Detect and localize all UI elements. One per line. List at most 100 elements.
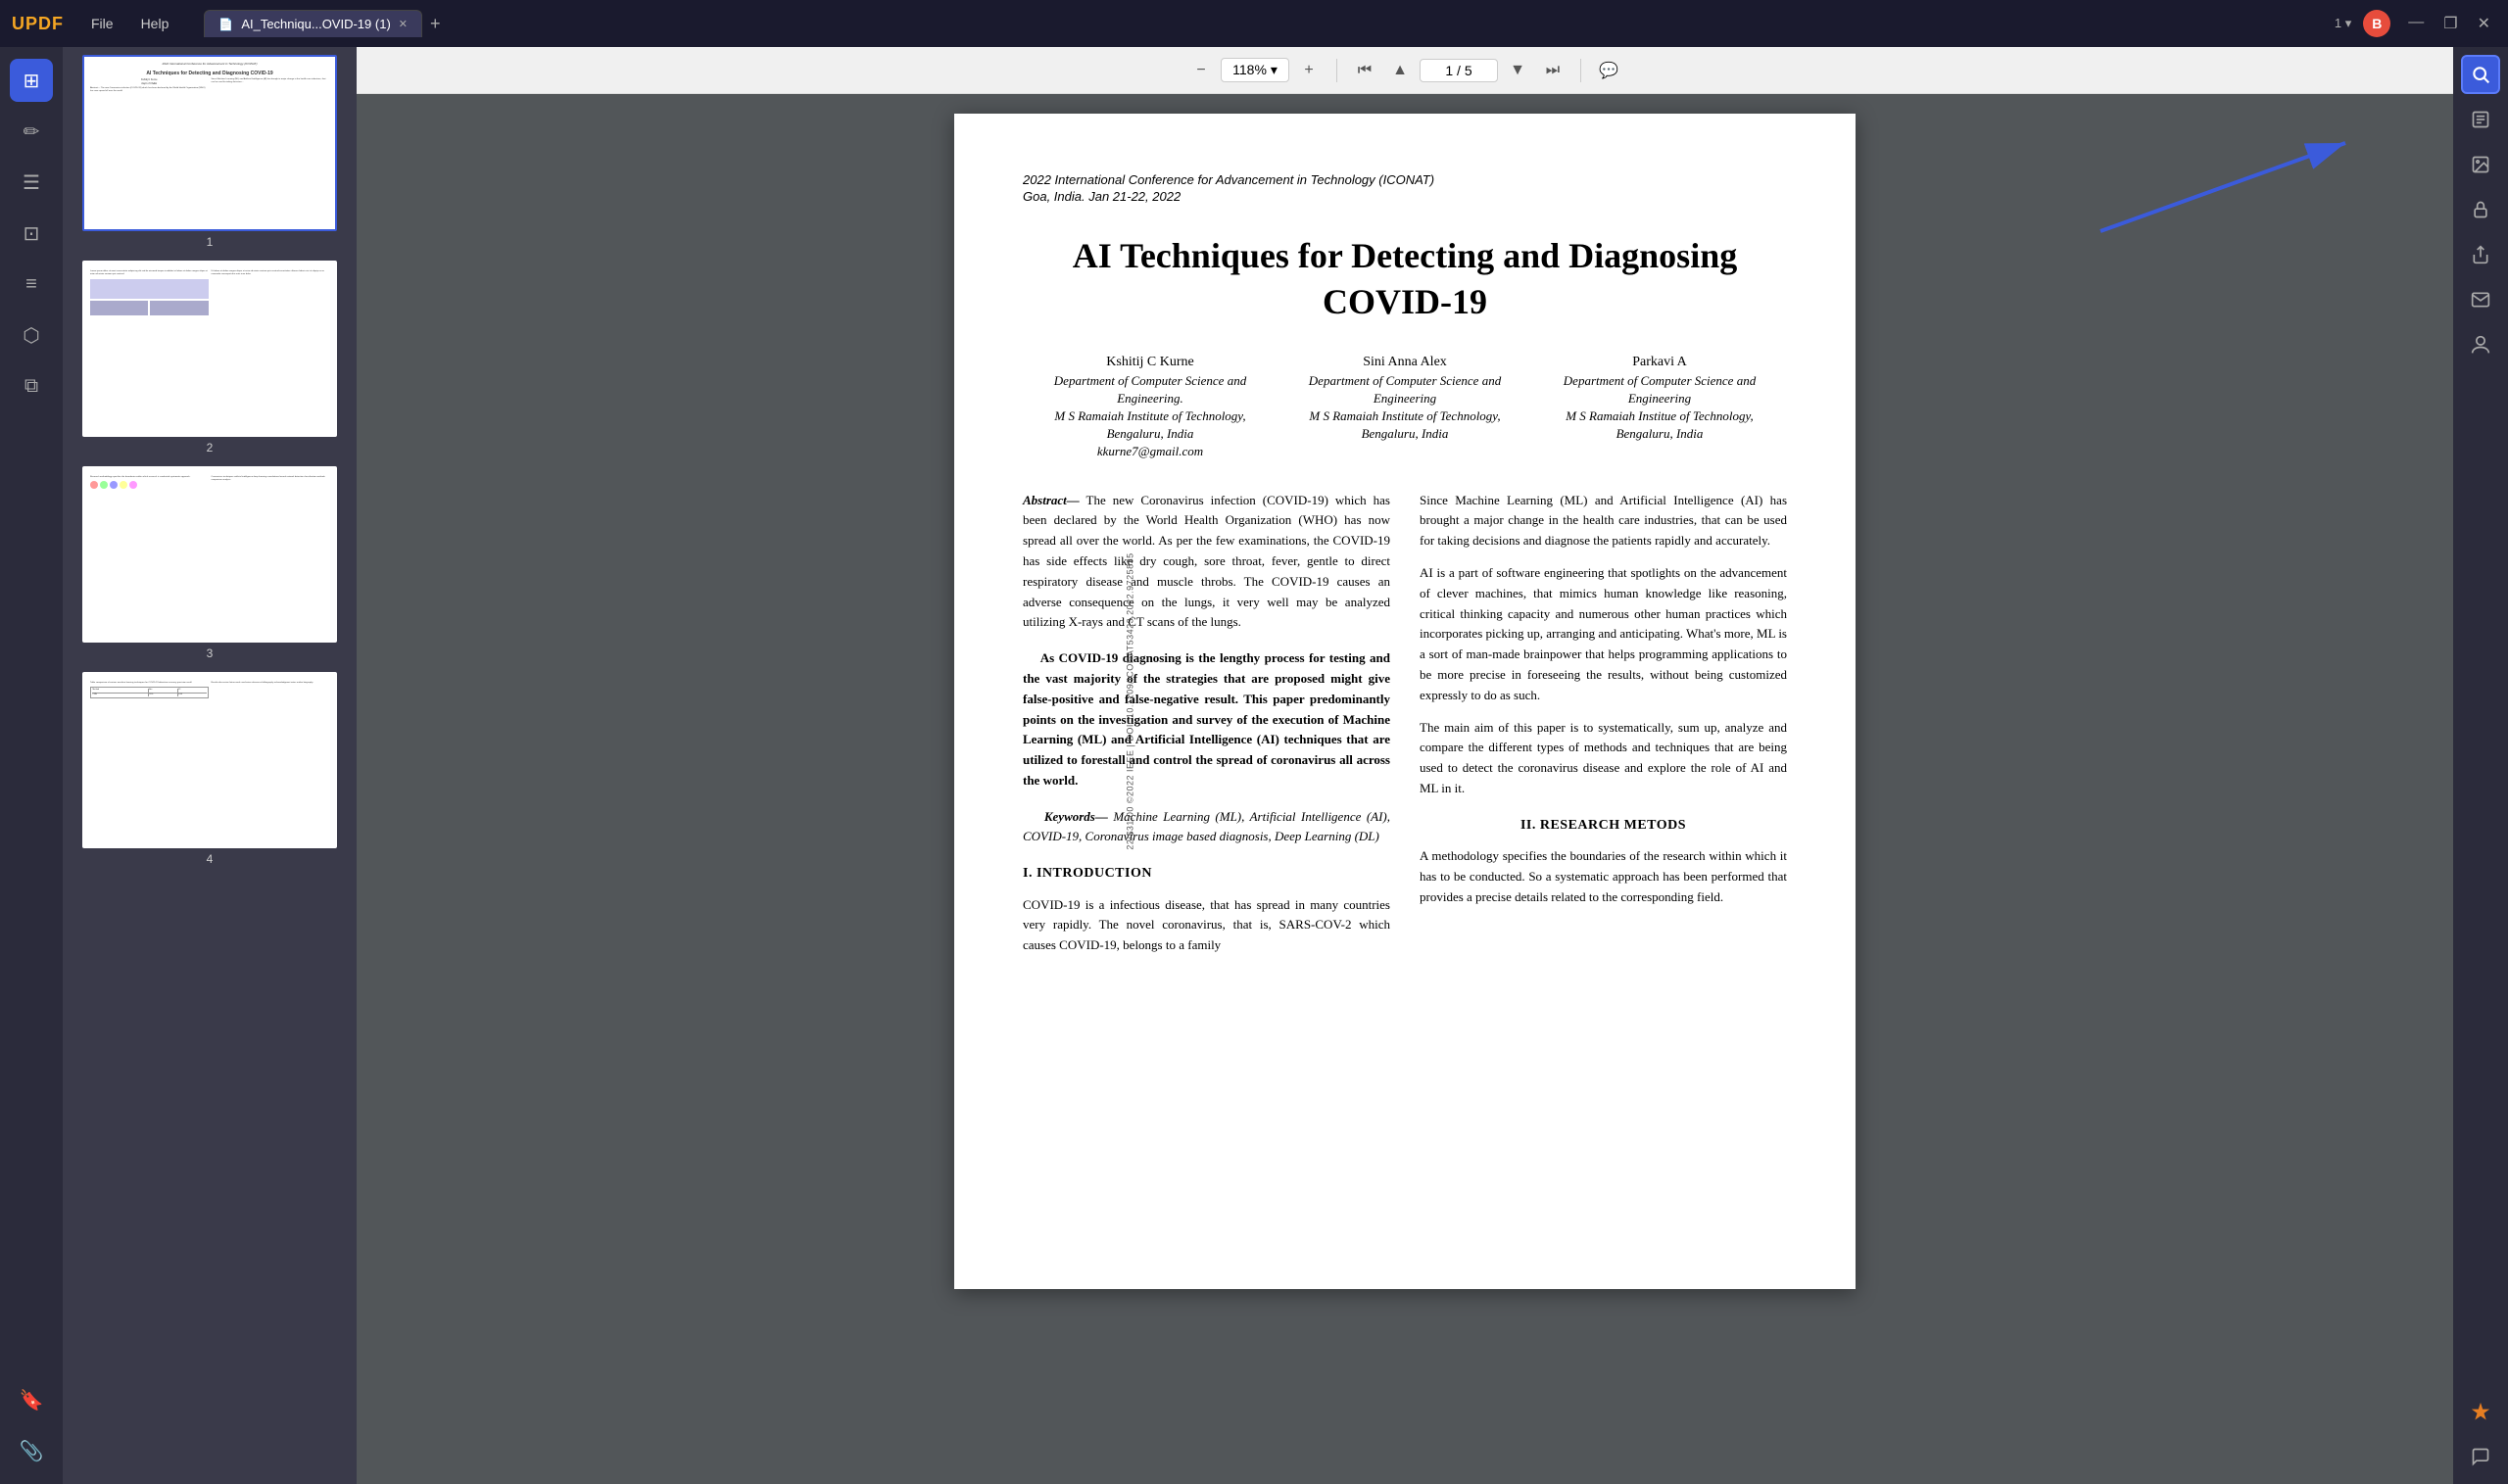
toolbar-sep-2 (1580, 59, 1581, 82)
author-2: Sini Anna Alex Department of Computer Sc… (1278, 355, 1532, 461)
author-3-name: Parkavi A (1532, 355, 1787, 370)
paper-body: Abstract— The new Coronavirus infection … (1023, 491, 1787, 969)
thumb-page-1[interactable]: 2022 International Conference for Advanc… (71, 55, 349, 249)
paper-title: AI Techniques for Detecting and Diagnosi… (1023, 233, 1787, 325)
right-para-1: Since Machine Learning (ML) and Artifici… (1420, 491, 1787, 551)
main-layout: ⊞ ✏ ☰ ⊡ ≡ ⬡ ⧉ 🔖 📎 2022 International Con… (0, 47, 2508, 1484)
close-btn[interactable]: ✕ (2472, 12, 2496, 35)
page-total: 5 (1465, 63, 1472, 78)
toolbar-sep-1 (1336, 59, 1337, 82)
chat-btn[interactable] (2461, 1437, 2500, 1476)
doc-area[interactable]: 22/$31.00 ©2022 IEEE | DOI: 10.1109/ICON… (357, 94, 2453, 1484)
author-1-name: Kshitij C Kurne (1023, 355, 1278, 370)
zoom-out-btn[interactable]: − (1185, 55, 1217, 86)
thumb-page-4[interactable]: Table comparison of various machine lear… (71, 672, 349, 866)
zoom-controls: − 118% ▾ + (1185, 55, 1325, 86)
menu-help[interactable]: Help (129, 12, 181, 35)
left-sidebar: ⊞ ✏ ☰ ⊡ ≡ ⬡ ⧉ 🔖 📎 (0, 47, 63, 1484)
ocr-btn[interactable] (2461, 100, 2500, 139)
right-para-3: The main aim of this paper is to systema… (1420, 718, 1787, 799)
author-3-dept: Department of Computer Science and Engin… (1532, 372, 1787, 444)
sidebar-icon-grid[interactable]: ⊞ (10, 59, 53, 102)
section2-heading: II. RESEARCH METODS (1420, 815, 1787, 837)
thumb-label-4: 4 (207, 852, 214, 866)
doi-watermark: 22/$31.00 ©2022 IEEE | DOI: 10.1109/ICON… (1126, 552, 1135, 849)
page-display: 1 / 5 (1420, 59, 1498, 82)
thumb-label-3: 3 (207, 646, 214, 660)
restore-btn[interactable]: ❐ (2437, 12, 2463, 35)
sidebar-icon-attachment[interactable]: 📎 (10, 1429, 53, 1472)
titlebar: UPDF File Help 📄 AI_Techniqu...OVID-19 (… (0, 0, 2508, 47)
thumb-img-3: Research methodology specifies the bound… (82, 466, 337, 643)
abstract-label: Abstract— (1023, 493, 1080, 507)
nav-prev-btn[interactable]: ▲ (1384, 55, 1416, 86)
titlebar-menu: File Help (79, 12, 180, 35)
zoom-in-btn[interactable]: + (1293, 55, 1325, 86)
version-display: 1 ▾ (2335, 16, 2351, 31)
author-3: Parkavi A Department of Computer Science… (1532, 355, 1787, 461)
paper-conference: 2022 International Conference for Advanc… (1023, 172, 1787, 187)
tab-add-btn[interactable]: + (422, 14, 449, 34)
nav-controls: ⏮ ▲ 1 / 5 ▼ ⏭ (1349, 55, 1568, 86)
sidebar-icon-edit[interactable]: ✏ (10, 110, 53, 153)
doc-container: 22/$31.00 ©2022 IEEE | DOI: 10.1109/ICON… (954, 114, 1856, 1464)
intro-para: COVID-19 is a infectious disease, that h… (1023, 895, 1390, 956)
section1-heading: I. Introduction (1023, 863, 1390, 885)
abstract-para2: As COVID-19 diagnosing is the lengthy pr… (1023, 648, 1390, 791)
tab-label: AI_Techniqu...OVID-19 (1) (241, 17, 390, 31)
tab-doc-icon: 📄 (218, 18, 233, 31)
author-1: Kshitij C Kurne Department of Computer S… (1023, 355, 1278, 461)
tab-bar: 📄 AI_Techniqu...OVID-19 (1) ✕ + (204, 10, 2327, 37)
paper-location: Goa, India. Jan 21-22, 2022 (1023, 189, 1787, 204)
active-tab[interactable]: 📄 AI_Techniqu...OVID-19 (1) ✕ (204, 10, 422, 37)
sidebar-icon-list[interactable]: ☰ (10, 161, 53, 204)
menu-file[interactable]: File (79, 12, 125, 35)
sidebar-icon-layout[interactable]: ⊡ (10, 212, 53, 255)
author-2-name: Sini Anna Alex (1278, 355, 1532, 370)
search-panel-btn[interactable] (2461, 55, 2500, 94)
app-logo: UPDF (12, 14, 64, 34)
mail-btn[interactable] (2461, 280, 2500, 319)
lock-btn[interactable] (2461, 190, 2500, 229)
comment-btn[interactable]: 💬 (1593, 55, 1624, 86)
titlebar-right: 1 ▾ B — ❐ ✕ (2335, 10, 2496, 37)
page-sep: / (1457, 63, 1465, 78)
author-2-dept: Department of Computer Science and Engin… (1278, 372, 1532, 444)
nav-next-btn[interactable]: ▼ (1502, 55, 1533, 86)
nav-last-btn[interactable]: ⏭ (1537, 55, 1568, 86)
share-btn[interactable] (2461, 235, 2500, 274)
authors-row: Kshitij C Kurne Department of Computer S… (1023, 355, 1787, 461)
section2-text: A methodology specifies the boundaries o… (1420, 846, 1787, 907)
thumb-img-4: Table comparison of various machine lear… (82, 672, 337, 848)
user-avatar[interactable]: B (2363, 10, 2390, 37)
keywords-para: Keywords— Machine Learning (ML), Artific… (1023, 807, 1390, 848)
thumb-page-3[interactable]: Research methodology specifies the bound… (71, 466, 349, 660)
minimize-btn[interactable]: — (2402, 12, 2430, 35)
paper-left-col: Abstract— The new Coronavirus infection … (1023, 491, 1390, 969)
sidebar-icon-bookmark[interactable]: 🔖 (10, 1378, 53, 1421)
sidebar-icon-chart[interactable]: ≡ (10, 263, 53, 306)
right-sidebar (2453, 47, 2508, 1484)
keywords-label: Keywords— (1044, 809, 1108, 824)
thumb-img-2: Lorem ipsum dolor sit amet consectetur a… (82, 261, 337, 437)
abstract-para: Abstract— The new Coronavirus infection … (1023, 491, 1390, 634)
paper-right-col: Since Machine Learning (ML) and Artifici… (1420, 491, 1787, 969)
thumb-page-2[interactable]: Lorem ipsum dolor sit amet consectetur a… (71, 261, 349, 455)
tab-close-btn[interactable]: ✕ (399, 18, 408, 30)
thumbnail-panel: 2022 International Conference for Advanc… (63, 47, 357, 1484)
right-para-2: AI is a part of software engineering tha… (1420, 563, 1787, 706)
thumb-img-1: 2022 International Conference for Advanc… (82, 55, 337, 231)
sign-btn[interactable] (2461, 325, 2500, 364)
image-btn[interactable] (2461, 145, 2500, 184)
zoom-level-display[interactable]: 118% ▾ (1221, 58, 1289, 82)
arrow-annotation (2081, 133, 2375, 256)
sidebar-icon-stamp[interactable]: ⬡ (10, 313, 53, 357)
page-content-1: 22/$31.00 ©2022 IEEE | DOI: 10.1109/ICON… (954, 114, 1856, 1289)
page-current: 1 (1445, 63, 1453, 78)
author-1-dept: Department of Computer Science and Engin… (1023, 372, 1278, 461)
page-1: 22/$31.00 ©2022 IEEE | DOI: 10.1109/ICON… (954, 114, 1856, 1289)
ai-assistant-btn[interactable] (2461, 1392, 2500, 1431)
toolbar: − 118% ▾ + ⏮ ▲ 1 / 5 ▼ ⏭ 💬 (357, 47, 2453, 94)
nav-first-btn[interactable]: ⏮ (1349, 55, 1380, 86)
sidebar-icon-layers[interactable]: ⧉ (10, 364, 53, 407)
